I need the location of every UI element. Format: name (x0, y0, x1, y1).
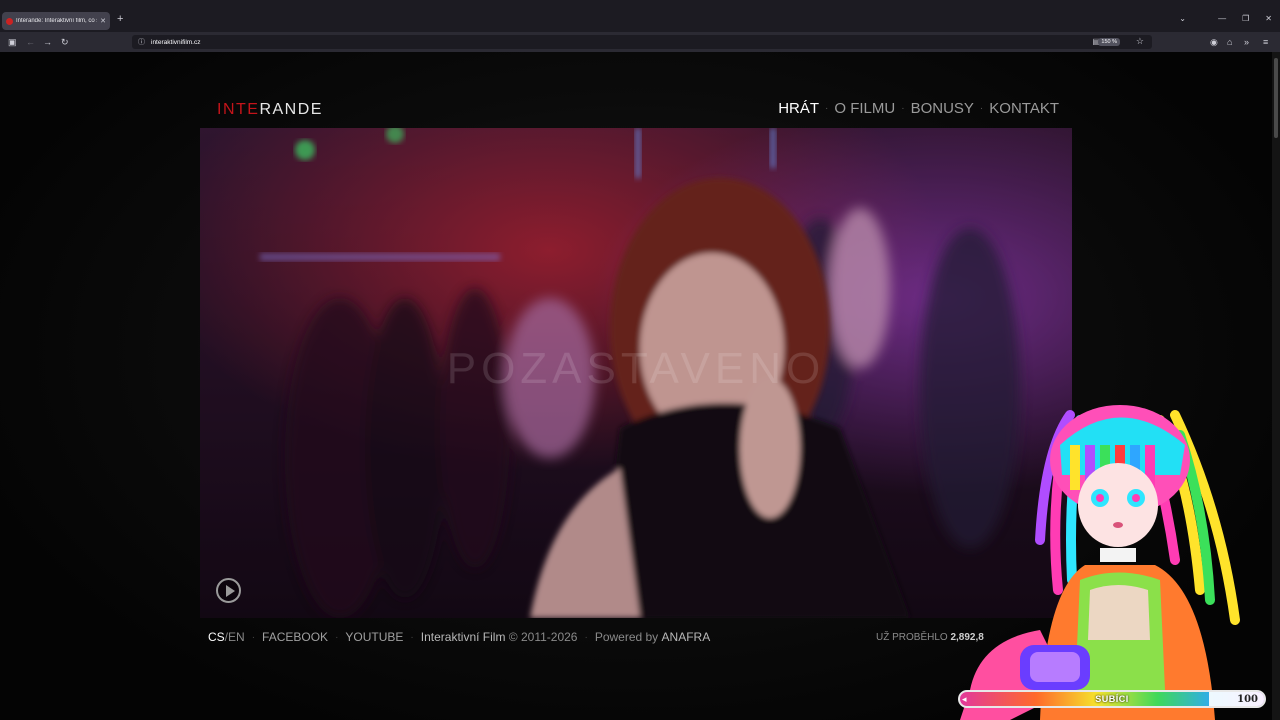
scrollbar-thumb[interactable] (1274, 58, 1278, 138)
page-scrollbar[interactable] (1272, 52, 1280, 720)
nav-separator: · (825, 103, 829, 114)
lang-en[interactable]: EN (228, 630, 245, 644)
browser-toolbar: ▣ ← → ↻ ⓘ interaktivnifilm.cz ▤ 150 % ☆ … (0, 32, 1280, 52)
nav-separator: · (979, 103, 984, 114)
close-tab-icon[interactable]: ✕ (100, 17, 106, 25)
site-footer: CS / EN · FACEBOOK · YOUTUBE · Interaktivn… (208, 630, 710, 644)
window-controls: — ❐ ✕ (1218, 14, 1272, 23)
forward-icon[interactable]: → (43, 36, 52, 48)
bookmark-star-icon[interactable]: ☆ (1136, 36, 1144, 47)
list-tabs-icon[interactable]: ⌄ (1179, 14, 1186, 23)
footer-separator: · (251, 631, 256, 643)
url-bar[interactable]: ⓘ interaktivnifilm.cz ▤ 150 % ☆ (132, 35, 1152, 49)
footer-separator: · (410, 631, 414, 643)
site-info-icon[interactable]: ⓘ (138, 37, 145, 47)
new-tab-icon[interactable]: + (117, 13, 123, 25)
anafra-link[interactable]: ANAFRA (662, 630, 711, 644)
play-button-icon[interactable] (216, 578, 241, 603)
logo-part-red: INTE (217, 101, 260, 118)
youtube-link[interactable]: YOUTUBE (345, 630, 403, 644)
copyright: © 2011-2026 (508, 630, 578, 644)
main-nav: HRÁT · O FILMU · BONUSY · KONTAKT (778, 100, 1059, 117)
nav-item-kontakt[interactable]: KONTAKT (989, 100, 1059, 117)
browser-tab[interactable]: Interande: Interaktivní film, co s ✕ (2, 12, 110, 30)
url-text: interaktivnifilm.cz (151, 38, 201, 46)
tab-title: Interande: Interaktivní film, co s (16, 18, 98, 24)
more-tools-icon[interactable]: » (1244, 36, 1249, 48)
nav-item-bonusy[interactable]: BONUSY (911, 100, 974, 117)
site-logo[interactable]: INTERANDE (217, 101, 323, 119)
nav-item-hrat[interactable]: HRÁT (778, 100, 819, 117)
subscriber-goal-bar: ◂ SUBÍCI 100 (958, 690, 1266, 708)
powered-by-label: Powered by (594, 630, 659, 644)
logo-part-white: RANDE (259, 101, 323, 118)
vtuber-avatar-overlay (960, 405, 1240, 720)
facebook-link[interactable]: FACEBOOK (262, 630, 328, 644)
play-counter-label: UŽ PROBĚHLO (876, 632, 948, 643)
restore-icon[interactable]: ❐ (1242, 14, 1249, 23)
reload-icon[interactable]: ↻ (61, 36, 69, 48)
close-window-icon[interactable]: ✕ (1265, 14, 1272, 23)
subscriber-goal-count: 100 (1237, 694, 1258, 705)
footer-separator: · (584, 631, 588, 643)
nav-item-o-filmu[interactable]: O FILMU (834, 100, 895, 117)
footer-separator: · (335, 631, 339, 643)
subscriber-goal-label: SUBÍCI (1095, 694, 1129, 704)
menu-icon[interactable]: ≡ (1263, 36, 1268, 48)
nav-separator: · (901, 103, 905, 114)
film-name: Interaktivní Film (420, 630, 506, 644)
back-icon[interactable]: ← (26, 36, 35, 48)
extensions-icon[interactable]: ⌂ (1227, 36, 1232, 48)
lang-cs[interactable]: CS (208, 630, 225, 644)
paused-overlay-text: POZASTAVENO (446, 344, 826, 393)
browser-tab-bar: Interande: Interaktivní film, co s ✕ + ⌄… (0, 0, 1280, 32)
video-player[interactable]: POZASTAVENO (200, 128, 1072, 618)
sidebar-icon[interactable]: ▣ (8, 36, 17, 48)
site-favicon-icon (6, 17, 13, 25)
zoom-level-badge[interactable]: 150 % (1098, 38, 1120, 46)
account-icon[interactable]: ◉ (1210, 36, 1218, 48)
minimize-icon[interactable]: — (1218, 14, 1226, 23)
